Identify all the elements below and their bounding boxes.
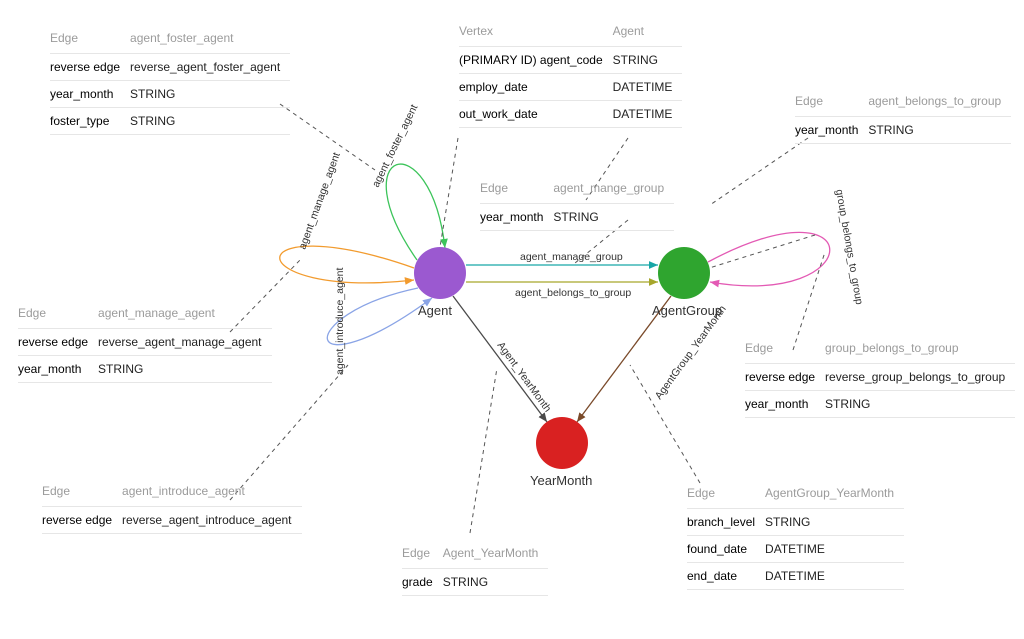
edge-label-agent-foster-agent: agent_foster_agent — [370, 103, 420, 190]
node-agent[interactable] — [414, 247, 466, 299]
table-agent-manage-agent: Edgeagent_manage_agent reverse edgerever… — [18, 300, 272, 383]
connector — [470, 368, 497, 533]
edge-label-group-belongs-to-group: group_belongs_to_group — [833, 188, 865, 305]
edge-agent-foster-agent — [386, 164, 445, 260]
edge-group-belongs-to-group — [708, 232, 830, 286]
edge-agent-manage-agent — [280, 246, 414, 283]
node-agentgroup[interactable] — [658, 247, 710, 299]
edge-label-agentgroup-yearmonth: AgentGroup_YearMonth — [653, 303, 729, 401]
table-agent-yearmonth: EdgeAgent_YearMonth gradeSTRING — [402, 540, 548, 596]
node-yearmonth-label: YearMonth — [530, 473, 592, 488]
edge-label-agent-yearmonth: Agent_YearMonth — [495, 340, 554, 415]
table-group-belongs-to-group: Edgegroup_belongs_to_group reverse edger… — [745, 335, 1015, 418]
diagram-canvas: agent_manage_group agent_belongs_to_grou… — [0, 0, 1024, 639]
node-agentgroup-label: AgentGroup — [652, 303, 722, 318]
edge-label-agent-introduce-agent: agent_introduce_agent — [334, 267, 346, 375]
table-agent-foster-agent: Edgeagent_foster_agent reverse edgerever… — [50, 25, 290, 135]
edge-label-agent-belongs-to-group: agent_belongs_to_group — [515, 287, 631, 299]
node-agent-label: Agent — [418, 303, 452, 318]
table-agent-mange-group: Edgeagent_mange_group year_monthSTRING — [480, 175, 674, 231]
table-agent-belongs-to-group: Edgeagent_belongs_to_group year_monthSTR… — [795, 88, 1011, 144]
edge-label-agent-manage-agent: agent_manage_agent — [297, 151, 343, 251]
table-agent-introduce-agent: Edgeagent_introduce_agent reverse edgere… — [42, 478, 302, 534]
connector — [710, 138, 808, 205]
node-yearmonth[interactable] — [536, 417, 588, 469]
table-vertex-agent: VertexAgent (PRIMARY ID) agent_codeSTRIN… — [459, 18, 682, 128]
table-agentgroup-yearmonth: EdgeAgentGroup_YearMonth branch_levelSTR… — [687, 480, 904, 590]
edge-label-agent-manage-group: agent_manage_group — [520, 251, 623, 263]
edge-agent-yearmonth — [453, 296, 547, 422]
